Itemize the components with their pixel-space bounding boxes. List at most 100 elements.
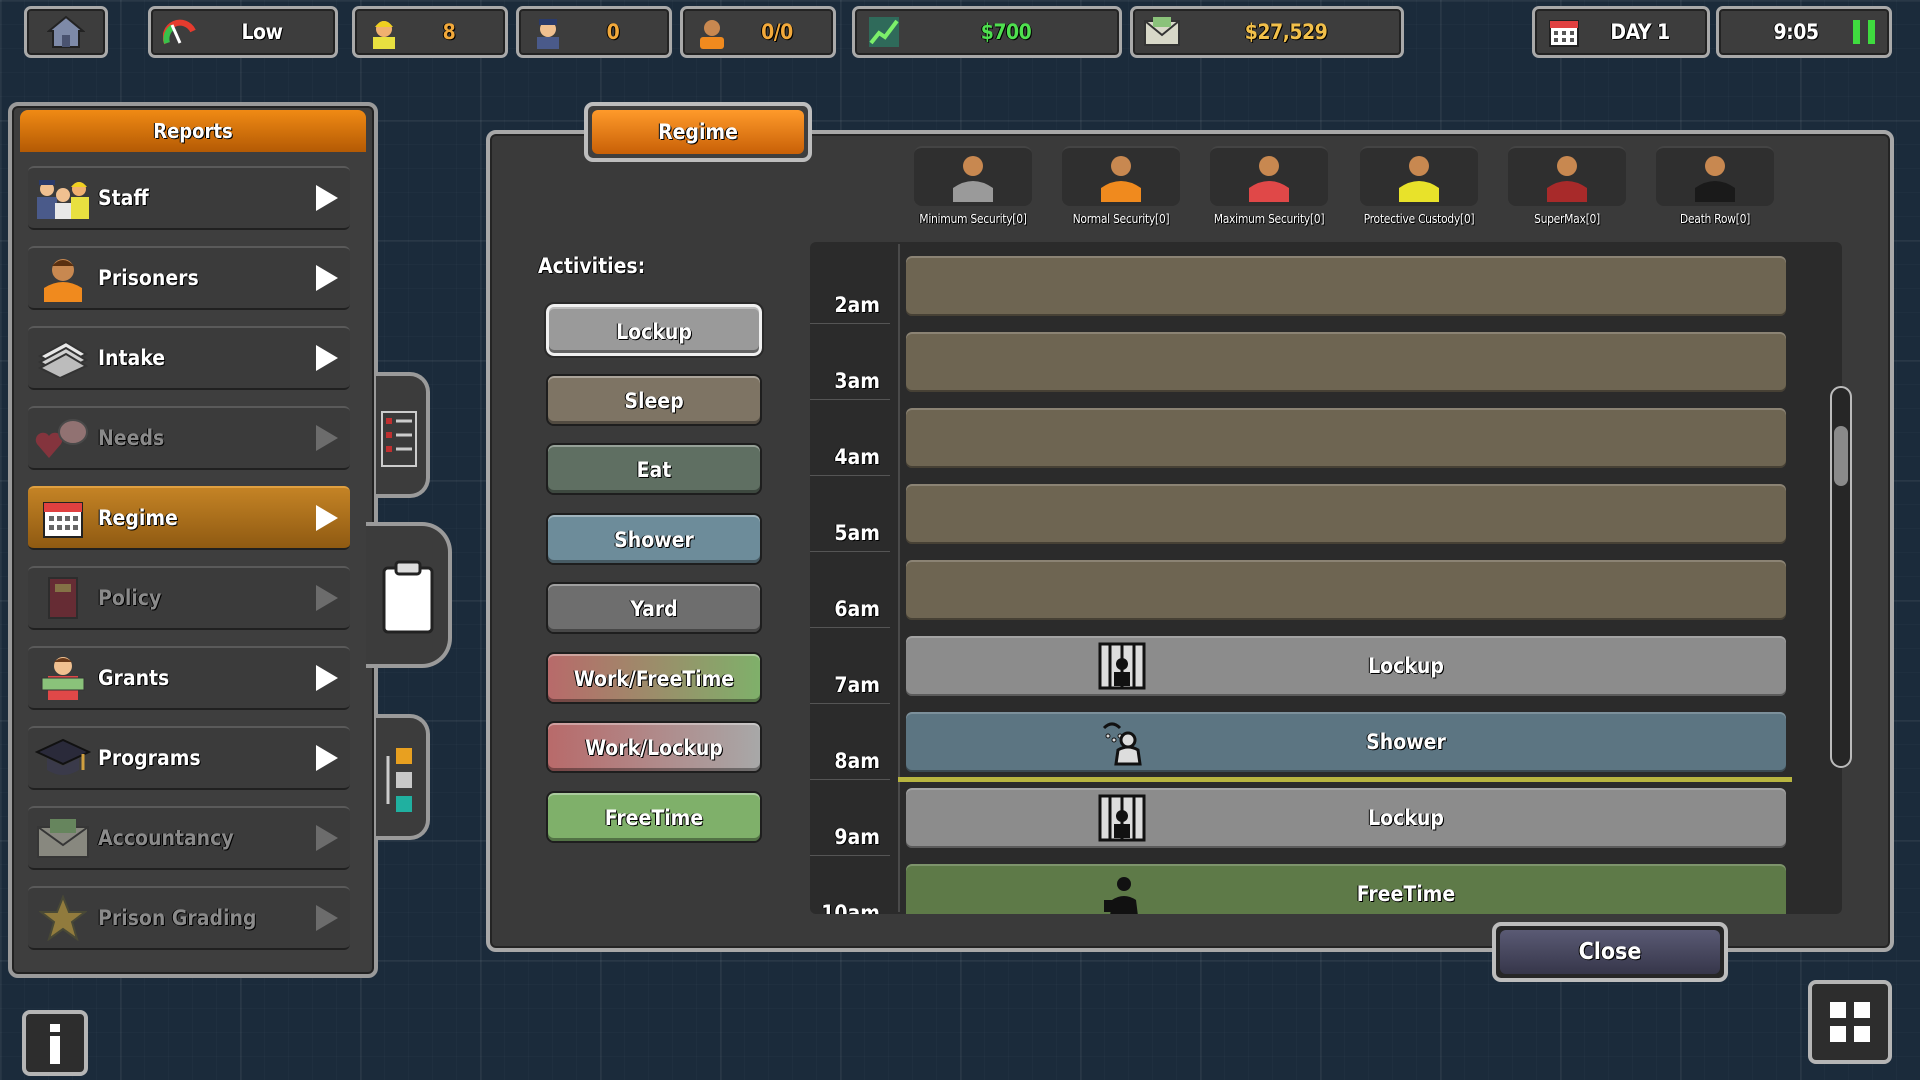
- activity-work-lockup-button[interactable]: Work/Lockup: [546, 721, 762, 773]
- blueprint-icon: [386, 748, 412, 812]
- category-label: Minimum Security[0]: [919, 212, 1027, 226]
- info-button[interactable]: [22, 1010, 88, 1076]
- report-item-prisoners[interactable]: Prisoners: [28, 246, 350, 310]
- scrollbar-thumb[interactable]: [1834, 426, 1848, 486]
- category-label: Protective Custody[0]: [1363, 212, 1475, 226]
- activity-sleep-button[interactable]: Sleep: [546, 374, 762, 426]
- prisoners-value: 0/0: [761, 20, 793, 44]
- category-label: SuperMax[0]: [1534, 212, 1600, 226]
- close-button[interactable]: Close: [1492, 922, 1728, 982]
- activity-yard-button[interactable]: Yard: [546, 582, 762, 634]
- hour-label: 3am: [834, 369, 880, 393]
- category-label: Maximum Security[0]: [1213, 212, 1325, 226]
- intake-icon: [28, 328, 98, 388]
- day-value: DAY 1: [1610, 20, 1670, 44]
- schedule-slot[interactable]: [906, 256, 1786, 316]
- info-icon: [50, 1024, 60, 1064]
- schedule-slot[interactable]: Lockup: [906, 636, 1786, 696]
- clock[interactable]: 9:05: [1716, 6, 1892, 58]
- schedule-row: 10am FreeTime: [810, 856, 1800, 914]
- schedule-slot[interactable]: Shower: [906, 712, 1786, 772]
- category-minimum-security[interactable]: Minimum Security[0]: [914, 146, 1032, 226]
- report-item-label: Staff: [98, 186, 149, 210]
- reports-title: Reports: [20, 110, 366, 152]
- prisoners-count[interactable]: 0/0: [680, 6, 836, 58]
- report-item-policy[interactable]: Policy: [28, 566, 350, 630]
- menu-grid-button[interactable]: [1808, 980, 1892, 1064]
- category-maximum-security[interactable]: Maximum Security[0]: [1210, 146, 1328, 226]
- schedule-row: 2am: [810, 248, 1800, 324]
- danger-level-indicator[interactable]: Low: [148, 6, 338, 58]
- workers-count[interactable]: 8: [352, 6, 508, 58]
- tab-regime[interactable]: Regime: [584, 102, 812, 162]
- arrow-right-icon: [316, 825, 338, 851]
- bank-balance[interactable]: $27,529: [1130, 6, 1404, 58]
- schedule-slot[interactable]: [906, 332, 1786, 392]
- schedule-slot[interactable]: Lockup: [906, 788, 1786, 848]
- schedule-slot[interactable]: [906, 408, 1786, 468]
- prisoner-black-icon: [1656, 146, 1774, 206]
- category-label: Death Row[0]: [1679, 212, 1751, 226]
- activity-shower-button[interactable]: Shower: [546, 513, 762, 565]
- arrow-right-icon: [316, 505, 338, 531]
- guards-count[interactable]: 0: [516, 6, 672, 58]
- activity-lockup-button[interactable]: Lockup: [544, 302, 764, 358]
- envelope-money-icon: [1143, 13, 1181, 51]
- clipboard-tab[interactable]: [366, 522, 452, 668]
- balance-change[interactable]: $700: [852, 6, 1122, 58]
- slot-activity-label: FreeTime: [1356, 882, 1456, 906]
- regime-tab-label: Regime: [592, 110, 804, 154]
- activity-work-freetime-button[interactable]: Work/FreeTime: [546, 652, 762, 704]
- report-item-label: Needs: [98, 426, 165, 450]
- home-icon: [47, 15, 85, 48]
- hour-label: 2am: [834, 293, 880, 317]
- calendar-icon: [28, 488, 98, 548]
- arrow-right-icon: [316, 905, 338, 931]
- pause-icon[interactable]: [1853, 20, 1875, 44]
- activity-freetime-button[interactable]: FreeTime: [546, 791, 762, 843]
- hour-label: 10am: [821, 901, 880, 914]
- blueprint-tab[interactable]: [376, 714, 430, 840]
- category-death-row[interactable]: Death Row[0]: [1656, 146, 1774, 226]
- report-item-prison-grading[interactable]: Prison Grading: [28, 886, 350, 950]
- report-item-label: Regime: [98, 506, 178, 530]
- danger-gauge-icon: [161, 13, 199, 51]
- schedule-slot[interactable]: [906, 560, 1786, 620]
- checklist-tab[interactable]: [376, 372, 430, 498]
- activity-eat-button[interactable]: Eat: [546, 443, 762, 495]
- prisoner-icon: [693, 13, 731, 51]
- calendar-icon: [1545, 13, 1583, 51]
- schedule-slot[interactable]: [906, 484, 1786, 544]
- report-item-needs[interactable]: Needs: [28, 406, 350, 470]
- report-item-regime[interactable]: Regime: [28, 486, 350, 550]
- schedule-row: 6am: [810, 552, 1800, 628]
- home-button[interactable]: [24, 6, 108, 58]
- schedule-row: 7am Lockup: [810, 628, 1800, 704]
- prisoner-red-icon: [1210, 146, 1328, 206]
- report-item-accountancy[interactable]: Accountancy: [28, 806, 350, 870]
- slot-activity-label: Shower: [1366, 730, 1446, 754]
- report-item-programs[interactable]: Programs: [28, 726, 350, 790]
- danger-level-value: Low: [241, 20, 283, 44]
- prisoner-darkred-icon: [1508, 146, 1626, 206]
- time-value: 9:05: [1773, 20, 1820, 44]
- checklist-icon: [381, 411, 417, 467]
- category-supermax[interactable]: SuperMax[0]: [1508, 146, 1626, 226]
- schedule-divider: [898, 244, 900, 912]
- hour-label: 7am: [834, 673, 880, 697]
- arrow-right-icon: [316, 585, 338, 611]
- category-normal-security[interactable]: Normal Security[0]: [1062, 146, 1180, 226]
- report-item-intake[interactable]: Intake: [28, 326, 350, 390]
- prisoner-grey-icon: [914, 146, 1032, 206]
- grid-icon: [1830, 1002, 1870, 1042]
- schedule-slot[interactable]: FreeTime: [906, 864, 1786, 914]
- schedule-row: 4am: [810, 400, 1800, 476]
- policy-book-icon: [28, 568, 98, 628]
- category-protective-custody[interactable]: Protective Custody[0]: [1360, 146, 1478, 226]
- prisoner-yellow-icon: [1360, 146, 1478, 206]
- hour-label: 6am: [834, 597, 880, 621]
- day-indicator[interactable]: DAY 1: [1532, 6, 1710, 58]
- report-item-grants[interactable]: Grants: [28, 646, 350, 710]
- report-item-staff[interactable]: Staff: [28, 166, 350, 230]
- staff-icon: [28, 168, 98, 228]
